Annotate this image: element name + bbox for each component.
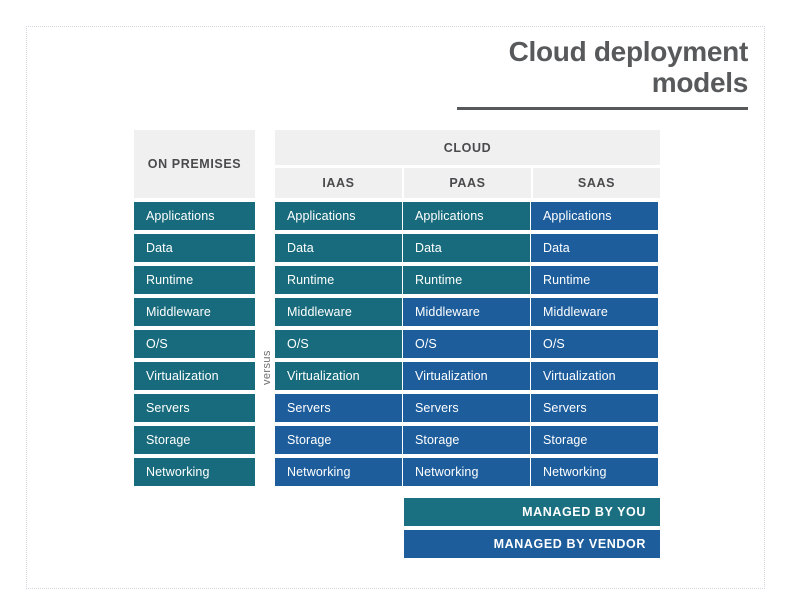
stack-cell: Networking <box>275 458 402 486</box>
stack-cell: Applications <box>134 202 255 230</box>
column-header-iaas: IAAS <box>275 168 402 198</box>
stack-cell: Networking <box>531 458 658 486</box>
stack-cell: Runtime <box>275 266 402 294</box>
stack-column-iaas: Applications Data Runtime Middleware O/S Virt… <box>275 202 402 486</box>
stack-cell: Applications <box>531 202 658 230</box>
stack-cell: Servers <box>275 394 402 422</box>
stack-column-on-premises: Applications Data Runtime Middleware O/S Virt… <box>134 202 255 486</box>
stack-cell: Middleware <box>275 298 402 326</box>
column-header-cloud: CLOUD <box>275 130 660 165</box>
stack-cell: Runtime <box>531 266 658 294</box>
column-header-on-premises: ON PREMISES <box>134 130 255 198</box>
stack-cell: Networking <box>403 458 530 486</box>
stack-cell: Storage <box>531 426 658 454</box>
stack-cell: Middleware <box>403 298 530 326</box>
page-title-text: Cloud deployment models <box>380 36 749 99</box>
stack-cell: Servers <box>134 394 255 422</box>
stack-cell: Middleware <box>134 298 255 326</box>
page-title: Cloud deployment models <box>380 36 748 110</box>
stack-cell: Data <box>134 234 255 262</box>
page-title-line-2: models <box>651 67 749 99</box>
legend-item-vendor: MANAGED BY VENDOR <box>404 530 660 558</box>
stack-cell: Data <box>275 234 402 262</box>
stack-cell: Virtualization <box>531 362 658 390</box>
stack-cell: Middleware <box>531 298 658 326</box>
title-underline-rule <box>457 106 748 110</box>
diagram-stack-columns: Applications Data Runtime Middleware O/S Virt… <box>134 202 660 492</box>
stack-cell: O/S <box>275 330 402 358</box>
column-header-paas: PAAS <box>404 168 531 198</box>
stack-cell: Servers <box>531 394 658 422</box>
cloud-deployment-models-diagram: ON PREMISES CLOUD IAAS PAAS SAAS Applica… <box>134 130 660 560</box>
stack-cell: Virtualization <box>403 362 530 390</box>
stack-cell: Storage <box>403 426 530 454</box>
stack-cell: O/S <box>134 330 255 358</box>
stack-cell: Virtualization <box>275 362 402 390</box>
cloud-sub-header-row: IAAS PAAS SAAS <box>275 168 660 198</box>
stack-cell: O/S <box>531 330 658 358</box>
legend-item-you: MANAGED BY YOU <box>404 498 660 526</box>
slide-canvas: Cloud deployment models ON PREMISES CLOU… <box>0 0 791 615</box>
page-title-line-1: Cloud deployment <box>508 36 749 67</box>
stack-cell: Servers <box>403 394 530 422</box>
diagram-header-row: ON PREMISES CLOUD IAAS PAAS SAAS <box>134 130 660 198</box>
stack-cell: Storage <box>275 426 402 454</box>
stack-cell: Applications <box>403 202 530 230</box>
stack-cell: Data <box>531 234 658 262</box>
stack-column-paas: Applications Data Runtime Middleware O/S Virt… <box>403 202 530 486</box>
stack-column-saas: Applications Data Runtime Middleware O/S Virt… <box>531 202 658 486</box>
stack-cell: Runtime <box>403 266 530 294</box>
stack-cell: Runtime <box>134 266 255 294</box>
stack-cell: Applications <box>275 202 402 230</box>
versus-label: versus <box>261 350 273 385</box>
stack-cell: Networking <box>134 458 255 486</box>
stack-cell: O/S <box>403 330 530 358</box>
column-header-saas: SAAS <box>533 168 660 198</box>
legend: MANAGED BY YOU MANAGED BY VENDOR <box>404 498 660 558</box>
stack-cell: Virtualization <box>134 362 255 390</box>
stack-cell: Data <box>403 234 530 262</box>
stack-cell: Storage <box>134 426 255 454</box>
